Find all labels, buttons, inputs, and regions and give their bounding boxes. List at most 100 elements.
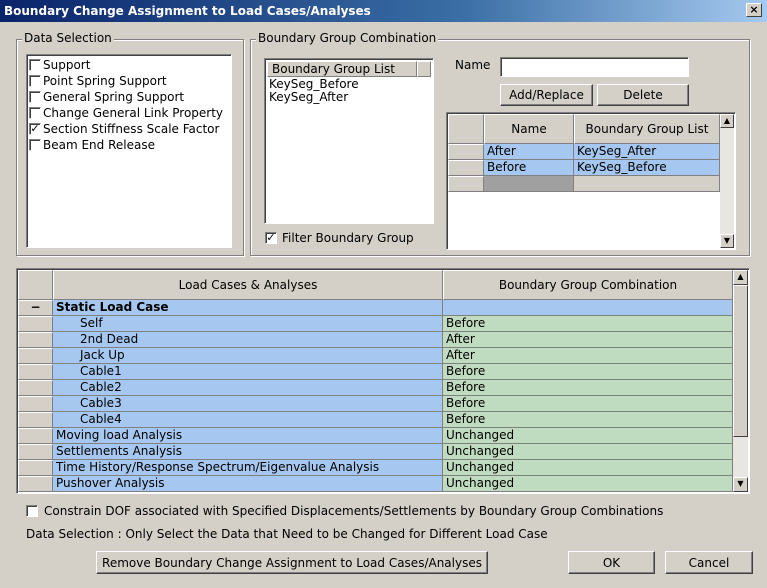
bgc-table-corner: [448, 114, 484, 144]
load-case-name-cell[interactable]: Cable4: [53, 412, 443, 428]
load-case-row-header[interactable]: [18, 476, 53, 492]
load-case-combo-cell[interactable]: Before: [443, 316, 733, 332]
bgc-table[interactable]: Name Boundary Group List After KeySeg_Aft…: [446, 112, 736, 250]
load-case-row-header[interactable]: [18, 380, 53, 396]
group-static-load-case[interactable]: Static Load Case: [53, 300, 443, 316]
title-bar: Boundary Change Assignment to Load Cases…: [0, 0, 767, 22]
data-selection-item[interactable]: Point Spring Support: [29, 73, 231, 89]
data-selection-checkbox[interactable]: [29, 91, 41, 103]
load-cases-table[interactable]: Load Cases & Analyses Boundary Group Com…: [16, 268, 750, 494]
data-selection-hint: Data Selection : Only Select the Data th…: [26, 527, 548, 541]
bgc-table-new-row-list[interactable]: [574, 176, 720, 192]
bgc-table-cell-list[interactable]: KeySeg_After: [574, 144, 720, 160]
data-selection-checkbox[interactable]: [29, 59, 41, 71]
data-selection-checkbox[interactable]: [29, 75, 41, 87]
data-selection-label: Data Selection: [22, 31, 114, 45]
load-case-name-cell[interactable]: Cable3: [53, 396, 443, 412]
data-selection-item[interactable]: Change General Link Property: [29, 105, 231, 121]
bgc-table-row-header[interactable]: [448, 144, 484, 160]
load-case-combo-cell[interactable]: Unchanged: [443, 428, 733, 444]
load-case-row-header[interactable]: [18, 460, 53, 476]
collapse-toggle[interactable]: −: [18, 300, 53, 316]
constrain-dof-label: Constrain DOF associated with Specified …: [44, 504, 664, 518]
add-replace-button[interactable]: Add/Replace: [500, 84, 593, 106]
load-case-row-header[interactable]: [18, 412, 53, 428]
bgc-table-cell-name[interactable]: After: [484, 144, 574, 160]
data-selection-item[interactable]: Support: [29, 57, 231, 73]
data-selection-item[interactable]: ✓ Section Stiffness Scale Factor: [29, 121, 231, 137]
data-selection-item-label: Change General Link Property: [43, 106, 224, 120]
group-combo-cell[interactable]: [443, 300, 733, 316]
load-case-row-header[interactable]: [18, 348, 53, 364]
main-scroll-thumb[interactable]: [733, 285, 748, 437]
bgc-table-header-list: Boundary Group List: [574, 114, 720, 144]
bgc-table-scrollbar[interactable]: ▲ ▼: [720, 114, 734, 248]
constrain-dof-option[interactable]: Constrain DOF associated with Specified …: [26, 503, 663, 519]
close-button[interactable]: ×: [746, 3, 762, 17]
load-case-name-cell[interactable]: Jack Up: [53, 348, 443, 364]
boundary-group-list[interactable]: Boundary Group List KeySeg_Before KeySeg_…: [264, 58, 434, 224]
load-case-combo-cell[interactable]: Before: [443, 412, 733, 428]
load-case-combo-cell[interactable]: Unchanged: [443, 444, 733, 460]
ok-button[interactable]: OK: [568, 551, 655, 574]
cancel-button[interactable]: Cancel: [665, 551, 753, 574]
main-scroll-up-icon[interactable]: ▲: [733, 270, 748, 285]
bgc-table-row-header[interactable]: [448, 160, 484, 176]
bgc-table-header-name: Name: [484, 114, 574, 144]
load-case-combo-cell[interactable]: Unchanged: [443, 460, 733, 476]
bgc-table-cell-name[interactable]: Before: [484, 160, 574, 176]
filter-boundary-group-label: Filter Boundary Group: [282, 231, 414, 245]
load-case-row-header[interactable]: [18, 316, 53, 332]
bgc-combination-header: Boundary Group Combination: [443, 270, 733, 300]
data-selection-item-label: Point Spring Support: [43, 74, 167, 88]
load-case-name-cell[interactable]: 2nd Dead: [53, 332, 443, 348]
bgc-label: Boundary Group Combination: [256, 31, 439, 45]
delete-button[interactable]: Delete: [597, 84, 689, 106]
load-case-name-cell[interactable]: Pushover Analysis: [53, 476, 443, 492]
remove-assignment-button[interactable]: Remove Boundary Change Assignment to Loa…: [96, 551, 488, 574]
window-title: Boundary Change Assignment to Load Cases…: [4, 4, 371, 18]
load-case-row-header[interactable]: [18, 428, 53, 444]
load-case-combo-cell[interactable]: After: [443, 332, 733, 348]
boundary-group-list-header-end: [417, 61, 431, 77]
load-case-combo-cell[interactable]: Unchanged: [443, 476, 733, 492]
bgc-scroll-up-icon[interactable]: ▲: [720, 114, 734, 128]
load-case-row-header[interactable]: [18, 444, 53, 460]
load-cases-table-corner: [18, 270, 53, 300]
data-selection-list[interactable]: Support Point Spring Support General Sprin…: [26, 54, 232, 248]
load-case-name-cell[interactable]: Cable1: [53, 364, 443, 380]
main-scroll-down-icon[interactable]: ▼: [733, 477, 748, 492]
data-selection-item-label: General Spring Support: [43, 90, 185, 104]
data-selection-item-label: Beam End Release: [43, 138, 155, 152]
load-case-name-cell[interactable]: Moving load Analysis: [53, 428, 443, 444]
name-input[interactable]: [500, 57, 689, 77]
data-selection-checkbox[interactable]: [29, 107, 41, 119]
load-case-name-cell[interactable]: Settlements Analysis: [53, 444, 443, 460]
load-case-combo-cell[interactable]: Before: [443, 380, 733, 396]
load-case-combo-cell[interactable]: Before: [443, 364, 733, 380]
load-case-row-header[interactable]: [18, 332, 53, 348]
name-label: Name: [455, 58, 491, 72]
data-selection-item[interactable]: General Spring Support: [29, 89, 231, 105]
load-case-name-cell[interactable]: Self: [53, 316, 443, 332]
data-selection-checkbox[interactable]: ✓: [29, 123, 41, 135]
boundary-group-list-items: KeySeg_Before KeySeg_After: [269, 78, 359, 104]
boundary-group-list-item[interactable]: KeySeg_After: [269, 91, 359, 104]
bgc-table-cell-list[interactable]: KeySeg_Before: [574, 160, 720, 176]
load-case-combo-cell[interactable]: After: [443, 348, 733, 364]
data-selection-checkbox[interactable]: [29, 139, 41, 151]
constrain-dof-checkbox[interactable]: [26, 505, 38, 517]
bgc-scroll-down-icon[interactable]: ▼: [720, 234, 734, 248]
filter-boundary-group[interactable]: ✓ Filter Boundary Group: [265, 230, 414, 246]
load-cases-scrollbar[interactable]: ▲ ▼: [733, 270, 748, 492]
load-case-combo-cell[interactable]: Before: [443, 396, 733, 412]
load-case-name-cell[interactable]: Cable2: [53, 380, 443, 396]
filter-boundary-group-checkbox[interactable]: ✓: [265, 232, 277, 244]
load-case-row-header[interactable]: [18, 364, 53, 380]
load-case-name-cell[interactable]: Time History/Response Spectrum/Eigenvalu…: [53, 460, 443, 476]
data-selection-item[interactable]: Beam End Release: [29, 137, 231, 153]
bgc-table-new-row-name[interactable]: [484, 176, 574, 192]
load-case-row-header[interactable]: [18, 396, 53, 412]
bgc-table-row-header[interactable]: [448, 176, 484, 192]
data-selection-item-label: Support: [43, 58, 91, 72]
